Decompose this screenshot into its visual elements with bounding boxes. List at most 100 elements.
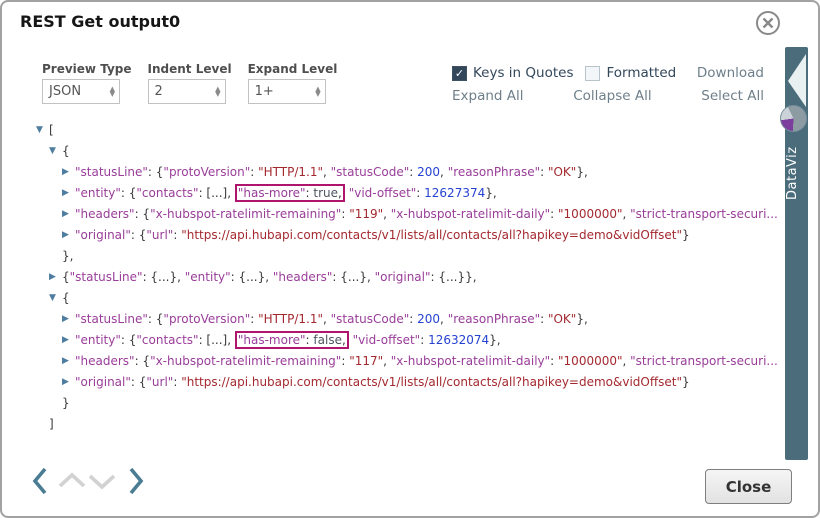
- expand-node-icon[interactable]: ▶: [62, 162, 75, 183]
- json-token-punc: :: [409, 165, 417, 179]
- json-token-punc: : {...}},: [431, 270, 477, 284]
- json-token-str: "117": [349, 354, 383, 368]
- json-token-punc: },: [576, 165, 587, 179]
- json-token-key: "contacts": [136, 186, 198, 200]
- collapse-node-icon[interactable]: ▼: [36, 120, 49, 141]
- json-token-str: "https://api.hubapi.com/contacts/v1/list…: [181, 375, 682, 389]
- json-token-num: 200: [417, 165, 440, 179]
- json-token-punc: : {: [131, 228, 147, 242]
- json-token-key: "headers": [273, 270, 333, 284]
- json-token-punc: : {: [148, 165, 164, 179]
- json-token-punc: {: [62, 291, 70, 305]
- next-page-icon[interactable]: [131, 469, 141, 493]
- expand-node-icon[interactable]: ▶: [62, 330, 75, 351]
- spinner-icon[interactable]: ▲▼: [110, 87, 115, 97]
- json-row: ▶"original": {"url": "https://api.hubapi…: [2, 225, 780, 246]
- json-token-str: "119": [349, 207, 383, 221]
- json-row: ▼{: [2, 141, 780, 162]
- json-token-punc: :: [341, 354, 349, 368]
- prev-page-icon[interactable]: [35, 469, 45, 493]
- close-icon[interactable]: [755, 10, 781, 36]
- json-token-key: "contacts": [136, 333, 198, 347]
- json-row: ▶"headers": {"x-hubspot-ratelimit-remain…: [2, 204, 780, 225]
- keys-in-quotes-checkbox[interactable]: [452, 66, 467, 81]
- json-token-key: "vid-offset": [349, 186, 417, 200]
- json-token-key: "vid-offset": [353, 333, 421, 347]
- json-token-punc: :: [173, 228, 181, 242]
- scroll-down-icon: [90, 476, 114, 487]
- json-token-key: "has-more": [238, 186, 306, 200]
- json-token-key: "statusCode": [331, 312, 410, 326]
- json-token-num: 200: [417, 312, 440, 326]
- expand-node-icon[interactable]: ▶: [62, 372, 75, 393]
- json-token-punc: : [...],: [199, 333, 235, 347]
- collapse-all-link[interactable]: Collapse All: [573, 88, 651, 104]
- expand-node-icon[interactable]: ▶: [62, 183, 75, 204]
- json-token-punc: :: [416, 186, 424, 200]
- select-all-link[interactable]: Select All: [701, 88, 764, 104]
- expand-node-icon[interactable]: ▶: [49, 267, 62, 288]
- json-token-punc: ,: [623, 354, 631, 368]
- highlight-box: "has-more": false,: [235, 331, 349, 349]
- json-token-punc: ,: [338, 186, 342, 200]
- json-preview-tree: ▼[▼{▶"statusLine": {"protoVersion": "HTT…: [2, 120, 780, 440]
- collapse-node-icon[interactable]: ▼: [49, 141, 62, 162]
- json-row: },: [2, 246, 780, 267]
- json-token-key: "entity": [75, 186, 121, 200]
- json-token-punc: },: [778, 354, 780, 368]
- json-token-key: "headers": [75, 354, 135, 368]
- json-token-bool: false: [313, 333, 342, 347]
- download-link[interactable]: Download: [697, 65, 764, 81]
- json-token-key: "reasonPhrase": [448, 312, 540, 326]
- expand-node-icon[interactable]: ▶: [62, 309, 75, 330]
- json-token-punc: },: [778, 207, 780, 221]
- expand-node-icon[interactable]: ▶: [62, 204, 75, 225]
- preview-type-select[interactable]: JSON ▲▼: [42, 79, 120, 104]
- expand-node-icon[interactable]: ▶: [62, 351, 75, 372]
- spinner-icon[interactable]: ▲▼: [315, 87, 320, 97]
- json-token-punc: },: [489, 333, 500, 347]
- json-token-punc: :: [550, 207, 558, 221]
- json-token-punc: :: [550, 354, 558, 368]
- json-token-key: "url": [146, 228, 173, 242]
- json-token-str: "1000000": [558, 354, 622, 368]
- close-button[interactable]: Close: [705, 469, 792, 504]
- expand-all-link[interactable]: Expand All: [452, 88, 524, 104]
- json-row: ▼{: [2, 288, 780, 309]
- json-token-key: "original": [75, 228, 131, 242]
- collapse-panel-icon[interactable]: [785, 49, 808, 111]
- json-token-str: "HTTP/1.1": [258, 312, 323, 326]
- expand-level-select[interactable]: 1+ ▲▼: [248, 79, 326, 104]
- formatted-checkbox[interactable]: [585, 66, 600, 81]
- spinner-icon[interactable]: ▲▼: [215, 87, 220, 97]
- json-token-punc: ,: [383, 207, 391, 221]
- json-token-key: "entity": [75, 333, 121, 347]
- json-token-punc: }: [682, 375, 690, 389]
- scroll-up-icon: [60, 475, 84, 486]
- preview-dialog: REST Get output0 Preview Type JSON ▲▼ In…: [0, 0, 820, 518]
- json-row: }: [2, 393, 780, 414]
- indent-level-label: Indent Level: [148, 62, 232, 76]
- json-token-punc: ]: [49, 417, 54, 431]
- indent-level-value: 2: [155, 84, 163, 99]
- pie-chart-icon[interactable]: [780, 105, 807, 132]
- json-token-key: "statusCode": [331, 165, 410, 179]
- json-token-punc: :: [173, 375, 181, 389]
- json-token-punc: :: [420, 333, 428, 347]
- json-token-punc: {: [62, 144, 70, 158]
- json-token-punc: : {: [131, 375, 147, 389]
- json-row: ▶"statusLine": {"protoVersion": "HTTP/1.…: [2, 162, 780, 183]
- json-token-punc: : {...},: [143, 270, 185, 284]
- json-token-punc: : [...],: [199, 186, 235, 200]
- json-row: ▶{"statusLine": {...}, "entity": {...}, …: [2, 267, 780, 288]
- collapse-node-icon[interactable]: ▼: [49, 288, 62, 309]
- expand-node-icon[interactable]: ▶: [62, 225, 75, 246]
- json-token-key: "x-hubspot-ratelimit-remaining": [150, 354, 341, 368]
- json-row: ▶"entity": {"contacts": [...], "has-more…: [2, 183, 780, 204]
- json-token-punc: : {: [135, 354, 151, 368]
- json-row: ]: [2, 414, 780, 435]
- json-token-num: 12632074: [428, 333, 489, 347]
- json-token-punc: ,: [323, 165, 331, 179]
- indent-level-select[interactable]: 2 ▲▼: [148, 79, 226, 104]
- json-token-punc: :: [341, 207, 349, 221]
